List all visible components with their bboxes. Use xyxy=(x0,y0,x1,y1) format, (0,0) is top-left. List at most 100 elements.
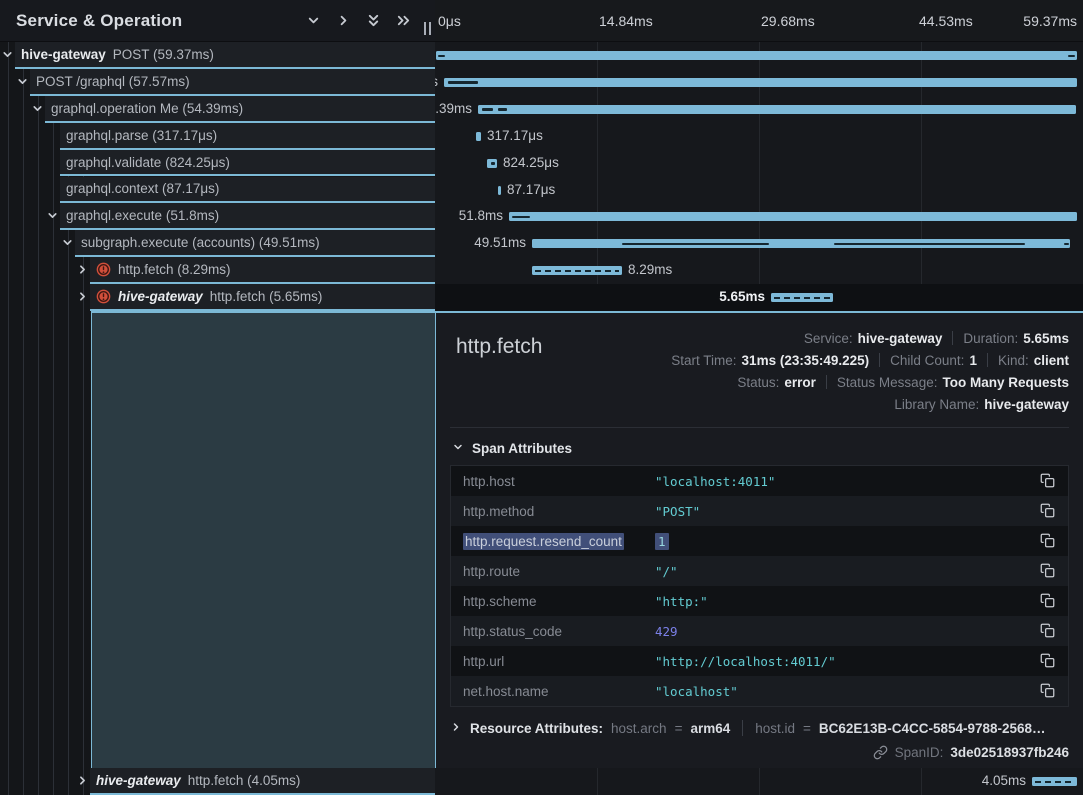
meta-separator xyxy=(826,375,827,389)
span-duration-label: 57.57ms xyxy=(435,69,438,96)
waterfall-row[interactable]: 57.57ms xyxy=(435,69,1083,96)
tree-row-content[interactable]: POST /graphql (57.57ms) xyxy=(30,69,435,96)
tree-row[interactable]: subgraph.execute (accounts) (49.51ms) xyxy=(0,230,435,257)
tree-row[interactable]: graphql.validate (824.25μs) xyxy=(0,150,435,177)
timeline-header: 0μs 14.84ms 29.68ms 44.53ms 59.37ms xyxy=(435,0,1083,42)
trace-viewer: Service & Operation 0μs 14.84ms 29.68ms … xyxy=(0,0,1083,795)
waterfall-row[interactable]: 824.25μs xyxy=(435,150,1083,177)
attribute-value: "http:" xyxy=(655,594,1040,609)
bottom-span-tree-row: hive-gatewayhttp.fetch (4.05ms) xyxy=(0,768,435,795)
tree-row-content[interactable]: graphql.operation Me (54.39ms) xyxy=(45,96,435,123)
collapse-one-icon[interactable] xyxy=(306,13,321,28)
span-waterfall: 57.57ms54.39ms317.17μs824.25μs87.17μs51.… xyxy=(435,42,1083,311)
span-duration-bar[interactable] xyxy=(532,239,1070,248)
copy-icon[interactable] xyxy=(1040,593,1056,609)
timeline-tick: 14.84ms xyxy=(599,13,653,29)
attribute-row: http.host"localhost:4011" xyxy=(451,466,1068,496)
attribute-row: http.route"/" xyxy=(451,556,1068,586)
waterfall-row[interactable] xyxy=(435,42,1083,69)
chevron-down-icon[interactable] xyxy=(61,236,75,250)
span-duration-bar[interactable] xyxy=(771,293,833,302)
attribute-key: http.method xyxy=(463,504,655,519)
chevron-right-icon[interactable] xyxy=(76,774,90,788)
span-duration-label: 317.17μs xyxy=(487,123,543,150)
resource-attributes-title[interactable]: Resource Attributes: xyxy=(470,721,603,736)
span-duration-bar[interactable] xyxy=(436,51,1077,60)
copy-icon[interactable] xyxy=(1040,473,1056,489)
tree-row-content[interactable]: subgraph.execute (accounts) (49.51ms) xyxy=(75,230,435,257)
tree-row[interactable]: hive-gatewayPOST (59.37ms) xyxy=(0,42,435,69)
tree-row-content[interactable]: hive-gatewayhttp.fetch (4.05ms) xyxy=(90,768,435,795)
tree-row-content[interactable]: graphql.execute (51.8ms) xyxy=(60,203,435,230)
panel-resize-handle[interactable] xyxy=(424,22,431,35)
waterfall-row-selected[interactable]: 5.65ms xyxy=(435,284,1083,311)
tree-row-content[interactable]: graphql.parse (317.17μs) xyxy=(60,123,435,150)
meta-value: 31ms (23:35:49.225) xyxy=(742,353,870,368)
waterfall-row[interactable]: 51.8ms xyxy=(435,203,1083,230)
tree-row[interactable]: hive-gatewayhttp.fetch (4.05ms) xyxy=(0,768,435,795)
chevron-right-icon[interactable] xyxy=(76,290,90,304)
meta-value: hive-gateway xyxy=(858,331,943,346)
tree-row-content[interactable]: http.fetch (8.29ms) xyxy=(90,257,435,284)
span-duration-bar[interactable] xyxy=(498,186,501,195)
link-icon[interactable] xyxy=(873,745,888,760)
span-duration-bar[interactable] xyxy=(444,78,1077,87)
waterfall-row[interactable]: 4.05ms xyxy=(435,768,1083,795)
expand-one-icon[interactable] xyxy=(336,13,351,28)
tree-row[interactable]: graphql.operation Me (54.39ms) xyxy=(0,96,435,123)
error-icon xyxy=(96,262,111,277)
attribute-row: http.url"http://localhost:4011/" xyxy=(451,646,1068,676)
waterfall-row[interactable]: 87.17μs xyxy=(435,177,1083,204)
span-duration-bar[interactable] xyxy=(476,132,481,141)
span-attributes-header[interactable]: Span Attributes xyxy=(450,428,1069,465)
chevron-right-icon xyxy=(450,721,462,736)
waterfall-row[interactable]: 8.29ms xyxy=(435,257,1083,284)
attribute-key: http.route xyxy=(463,564,655,579)
copy-icon[interactable] xyxy=(1040,623,1056,639)
chevron-down-icon[interactable] xyxy=(31,102,45,116)
copy-icon[interactable] xyxy=(1040,503,1056,519)
copy-icon[interactable] xyxy=(1040,653,1056,669)
tree-panel-header: Service & Operation xyxy=(0,0,435,42)
tree-row[interactable]: hive-gatewayhttp.fetch (5.65ms) xyxy=(0,284,435,311)
resource-value: arm64 xyxy=(690,721,730,736)
copy-icon[interactable] xyxy=(1040,563,1056,579)
span-duration-bar[interactable] xyxy=(1032,777,1077,786)
chevron-down-icon[interactable] xyxy=(1,48,15,62)
chevron-down-icon[interactable] xyxy=(16,75,30,89)
attribute-key: net.host.name xyxy=(463,684,655,699)
span-operation-label: graphql.operation Me (54.39ms) xyxy=(51,101,243,116)
child-span-mark xyxy=(438,55,445,58)
bar-dash-stripe xyxy=(774,297,830,300)
tree-row[interactable]: POST /graphql (57.57ms) xyxy=(0,69,435,96)
tree-row-content[interactable]: hive-gatewayPOST (59.37ms) xyxy=(15,42,435,69)
chevron-right-icon[interactable] xyxy=(76,263,90,277)
tree-row-content[interactable]: hive-gatewayhttp.fetch (5.65ms) xyxy=(90,284,435,311)
span-duration-bar[interactable] xyxy=(478,105,1076,114)
copy-icon[interactable] xyxy=(1040,683,1056,699)
tree-row[interactable]: graphql.execute (51.8ms) xyxy=(0,203,435,230)
tree-row-content[interactable]: graphql.validate (824.25μs) xyxy=(60,150,435,177)
bar-dash-stripe xyxy=(1035,781,1074,784)
tree-row[interactable]: http.fetch (8.29ms) xyxy=(0,257,435,284)
tree-row[interactable]: graphql.context (87.17μs) xyxy=(0,177,435,204)
span-duration-bar[interactable] xyxy=(509,212,1077,221)
copy-icon[interactable] xyxy=(1040,533,1056,549)
span-detail-panel: http.fetch Service:hive-gatewayDuration:… xyxy=(435,311,1083,768)
waterfall-row[interactable]: 49.51ms xyxy=(435,230,1083,257)
span-duration-bar[interactable] xyxy=(487,159,497,168)
meta-label: Service: xyxy=(804,331,853,346)
span-operation-label: graphql.execute (51.8ms) xyxy=(66,208,219,223)
chevron-down-icon[interactable] xyxy=(46,209,60,223)
waterfall-row[interactable]: 317.17μs xyxy=(435,123,1083,150)
collapse-all-icon[interactable] xyxy=(366,13,381,28)
attribute-key: http.scheme xyxy=(463,594,655,609)
tree-row[interactable]: graphql.parse (317.17μs) xyxy=(0,123,435,150)
timeline-tick: 0μs xyxy=(438,13,461,29)
expand-all-icon[interactable] xyxy=(396,13,411,28)
tree-row-content[interactable]: graphql.context (87.17μs) xyxy=(60,177,435,204)
span-duration-bar[interactable] xyxy=(532,266,622,275)
waterfall-row[interactable]: 54.39ms xyxy=(435,96,1083,123)
span-operation-label: POST (59.37ms) xyxy=(113,47,214,62)
meta-value: error xyxy=(784,375,816,390)
